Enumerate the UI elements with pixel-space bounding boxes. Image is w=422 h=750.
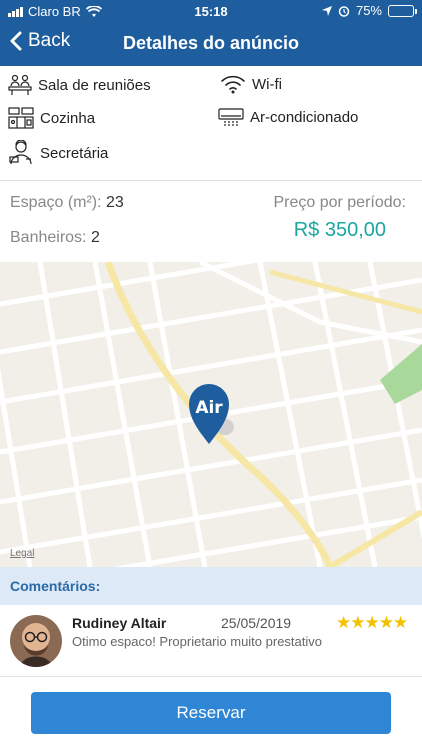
space-value: 23: [106, 194, 124, 211]
amenity-label: Ar-condicionado: [250, 108, 359, 126]
battery-percent: 75%: [355, 3, 382, 18]
amenity-label: Wi-fi: [252, 75, 282, 93]
amenity-label: Cozinha: [40, 109, 96, 127]
comment-date: 25/05/2019: [221, 615, 292, 631]
bathrooms-value: 2: [90, 229, 100, 246]
page-title: Detalhes do anúncio: [122, 33, 300, 53]
comment-text: Otimo espaco! Proprietario muito prestat…: [72, 634, 322, 649]
comments-title: Comentários:: [10, 578, 101, 594]
battery-icon: [388, 4, 417, 17]
amenity-wifi: Wi-fi: [220, 74, 282, 94]
wifi-icon: [221, 75, 245, 94]
alarm-icon: [338, 5, 350, 17]
footer: Reservar: [0, 677, 422, 750]
amenity-label: Sala de reuniões: [38, 76, 151, 94]
meeting-room-icon: [8, 74, 32, 95]
avatar: [10, 615, 62, 667]
listing-info: Espaço (m²): 23 Banheiros: 2 Preço por p…: [0, 182, 422, 262]
map-view[interactable]: Air Legal: [0, 262, 422, 567]
comment-item: Rudiney Altair 25/05/2019 ★★★★★ Otimo es…: [0, 605, 422, 677]
amenity-air-conditioning: Ar-condicionado: [218, 107, 358, 127]
comment-author: Rudiney Altair: [72, 615, 167, 631]
rating-stars: ★★★★★: [336, 613, 408, 632]
reserve-button[interactable]: Reservar: [31, 692, 391, 734]
nav-bar: Back Detalhes do anúncio: [0, 22, 422, 66]
amenity-label: Secretária: [40, 144, 109, 162]
location-arrow-icon: [321, 5, 332, 16]
top-bar: Claro BR 15:18 75% Back Detalhes do anún…: [0, 0, 422, 66]
map-pin-label: Air: [195, 398, 223, 418]
amenity-meeting-room: Sala de reuniões: [8, 74, 151, 96]
amenity-secretary: Secretária: [8, 140, 108, 166]
secretary-icon: [9, 140, 32, 165]
status-bar: Claro BR 15:18 75%: [0, 0, 422, 22]
price-label: Preço por período:: [273, 194, 406, 211]
kitchen-icon: [8, 107, 34, 129]
map-streets: Air: [0, 262, 422, 567]
map-legal-link[interactable]: Legal: [10, 548, 34, 559]
comments-header: Comentários:: [0, 567, 422, 605]
bathrooms-row: Banheiros: 2: [10, 229, 100, 247]
amenity-kitchen: Cozinha: [8, 107, 95, 129]
space-row: Espaço (m²): 23: [10, 194, 124, 212]
air-conditioner-icon: [218, 108, 244, 126]
space-label: Espaço (m²):: [10, 194, 102, 211]
bathrooms-label: Banheiros:: [10, 229, 87, 246]
amenities-list: Sala de reuniões Wi-fi Cozinha Ar-condic…: [0, 66, 422, 181]
price-value: R$ 350,00: [293, 219, 386, 241]
